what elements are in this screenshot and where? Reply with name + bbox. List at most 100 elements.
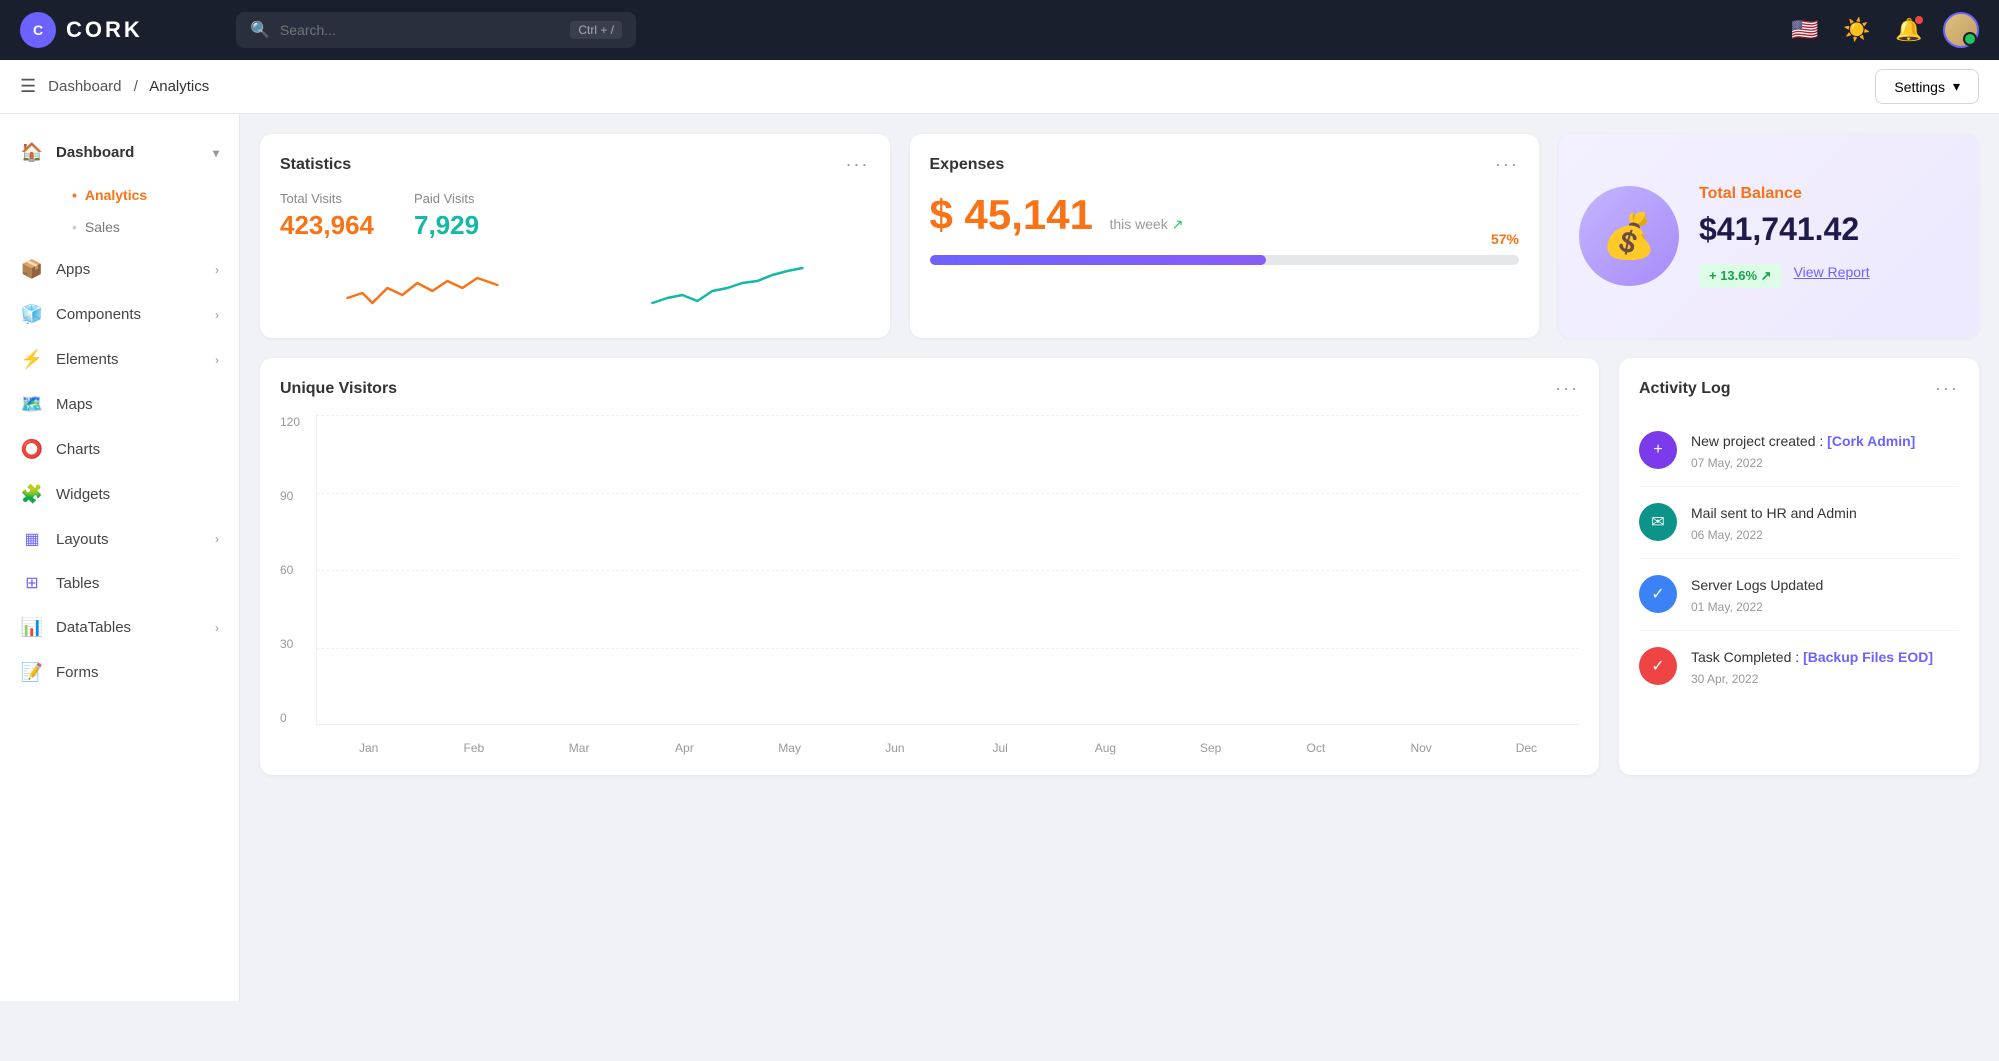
sidebar-item-layouts[interactable]: ▦ Layouts ›	[0, 517, 239, 561]
activity-icon-blue: ✓	[1639, 575, 1677, 613]
statistics-card-header: Statistics ···	[280, 154, 870, 175]
sidebar-item-charts[interactable]: ⭕ Charts	[0, 427, 239, 472]
chevron-right-icon: ›	[215, 621, 219, 635]
activity-link[interactable]: [Backup Files EOD]	[1803, 649, 1933, 665]
sidebar-label-elements: Elements	[56, 351, 119, 368]
x-label-may: May	[737, 741, 842, 755]
layouts-icon: ▦	[20, 529, 44, 549]
x-label-sep: Sep	[1158, 741, 1263, 755]
expense-amount-row: $ 45,141 this week ↗	[930, 191, 1520, 239]
expense-amount: $ 45,141	[930, 191, 1094, 238]
settings-label: Settings	[1894, 79, 1945, 95]
activity-text: Mail sent to HR and Admin	[1691, 503, 1959, 524]
chart-menu[interactable]: ···	[1555, 378, 1579, 399]
subheader: ☰ Dashboard / Analytics Settings ▾	[0, 60, 1999, 114]
chart-card: Unique Visitors ··· 120 90 60 30 0	[260, 358, 1599, 775]
paid-visits-label: Paid Visits	[414, 191, 479, 206]
sidebar-sub-dashboard: Analytics Sales	[0, 175, 239, 247]
sidebar-item-dashboard[interactable]: 🏠 Dashboard ▾	[0, 130, 239, 175]
breadcrumb-current: Analytics	[149, 78, 209, 95]
stats-values: Total Visits 423,964 Paid Visits 7,929	[280, 191, 870, 241]
bottom-section: Unique Visitors ··· 120 90 60 30 0	[260, 358, 1979, 775]
breadcrumb: Dashboard / Analytics	[48, 78, 209, 95]
week-label: this week	[1109, 216, 1167, 232]
x-label-mar: Mar	[527, 741, 632, 755]
theme-button[interactable]: ☀️	[1839, 12, 1875, 48]
balance-card: 💰 Total Balance $41,741.42 + 13.6% ↗ Vie…	[1559, 134, 1979, 338]
chart-y-labels: 120 90 60 30 0	[280, 415, 310, 725]
activity-list: +New project created : [Cork Admin]07 Ma…	[1639, 415, 1959, 702]
sidebar-item-widgets[interactable]: 🧩 Widgets	[0, 472, 239, 517]
sidebar-label-maps: Maps	[56, 396, 93, 413]
sidebar-item-elements[interactable]: ⚡ Elements ›	[0, 337, 239, 382]
sidebar-sub-label-sales: Sales	[85, 219, 120, 235]
search-shortcut: Ctrl + /	[570, 21, 622, 39]
sidebar-label-components: Components	[56, 306, 141, 323]
expense-percent: 57%	[1491, 231, 1519, 247]
settings-button[interactable]: Settings ▾	[1875, 69, 1979, 104]
paid-visits-stat: Paid Visits 7,929	[414, 191, 479, 241]
activity-log-card: Activity Log ··· +New project created : …	[1619, 358, 1979, 775]
expense-progress-fill	[930, 255, 1266, 265]
chevron-right-icon: ›	[215, 532, 219, 546]
sidebar-item-components[interactable]: 🧊 Components ›	[0, 292, 239, 337]
statistics-title: Statistics	[280, 156, 351, 174]
breadcrumb-parent[interactable]: Dashboard	[48, 78, 121, 95]
y-label-0: 0	[280, 711, 310, 725]
sidebar-item-sales[interactable]: Sales	[56, 211, 239, 243]
activity-item: ✓Task Completed : [Backup Files EOD]30 A…	[1639, 631, 1959, 702]
x-label-apr: Apr	[632, 741, 737, 755]
expenses-menu[interactable]: ···	[1495, 154, 1519, 175]
avatar[interactable]	[1943, 12, 1979, 48]
chart-bars-area	[316, 415, 1579, 725]
search-bar[interactable]: 🔍 Ctrl + /	[236, 12, 636, 48]
sidebar-label-widgets: Widgets	[56, 486, 110, 503]
y-label-120: 120	[280, 415, 310, 429]
y-label-90: 90	[280, 489, 310, 503]
sidebar-item-maps[interactable]: 🗺️ Maps	[0, 382, 239, 427]
notification-button[interactable]: 🔔	[1891, 12, 1927, 48]
activity-content: Task Completed : [Backup Files EOD] 30 Ap…	[1691, 647, 1959, 686]
sidebar: 🏠 Dashboard ▾ Analytics Sales 📦 Apps › 🧊…	[0, 114, 240, 1001]
logo-letter: C	[33, 22, 43, 38]
activity-link[interactable]: [Cork Admin]	[1827, 433, 1915, 449]
chevron-right-icon: ›	[215, 353, 219, 367]
sidebar-label-charts: Charts	[56, 441, 100, 458]
total-visits-chart	[280, 253, 565, 318]
sidebar-item-forms[interactable]: 📝 Forms	[0, 650, 239, 695]
chevron-right-icon: ›	[215, 263, 219, 277]
activity-log-header: Activity Log ···	[1639, 378, 1959, 399]
sidebar-item-datatables[interactable]: 📊 DataTables ›	[0, 605, 239, 650]
sidebar-item-analytics[interactable]: Analytics	[56, 179, 239, 211]
activity-date: 30 Apr, 2022	[1691, 672, 1959, 686]
chart-title: Unique Visitors	[280, 380, 397, 398]
chart-area: 120 90 60 30 0	[280, 415, 1579, 755]
x-label-jun: Jun	[842, 741, 947, 755]
total-visits-stat: Total Visits 423,964	[280, 191, 374, 241]
flag-button[interactable]: 🇺🇸	[1787, 12, 1823, 48]
activity-date: 06 May, 2022	[1691, 528, 1959, 542]
statistics-menu[interactable]: ···	[846, 154, 870, 175]
flag-icon: 🇺🇸	[1791, 17, 1818, 43]
app-name: CORK	[66, 17, 143, 43]
activity-content: Server Logs Updated01 May, 2022	[1691, 575, 1959, 614]
sidebar-label-datatables: DataTables	[56, 619, 131, 636]
sidebar-item-tables[interactable]: ⊞ Tables	[0, 561, 239, 605]
activity-text: New project created : [Cork Admin]	[1691, 431, 1959, 452]
y-label-60: 60	[280, 563, 310, 577]
x-label-feb: Feb	[421, 741, 526, 755]
activity-item: ✉Mail sent to HR and Admin06 May, 2022	[1639, 487, 1959, 559]
apps-icon: 📦	[20, 259, 44, 280]
x-label-jan: Jan	[316, 741, 421, 755]
sidebar-item-apps[interactable]: 📦 Apps ›	[0, 247, 239, 292]
sidebar-label-forms: Forms	[56, 664, 99, 681]
search-input[interactable]	[280, 22, 560, 38]
x-label-nov: Nov	[1369, 741, 1474, 755]
x-label-aug: Aug	[1053, 741, 1158, 755]
activity-content: Mail sent to HR and Admin 06 May, 2022	[1691, 503, 1959, 542]
menu-icon[interactable]: ☰	[20, 76, 36, 97]
activity-item: ✓ Server Logs Updated01 May, 2022	[1639, 559, 1959, 631]
activity-text: Task Completed : [Backup Files EOD]	[1691, 647, 1959, 668]
view-report-link[interactable]: View Report	[1794, 264, 1870, 288]
activity-log-menu[interactable]: ···	[1935, 378, 1959, 399]
